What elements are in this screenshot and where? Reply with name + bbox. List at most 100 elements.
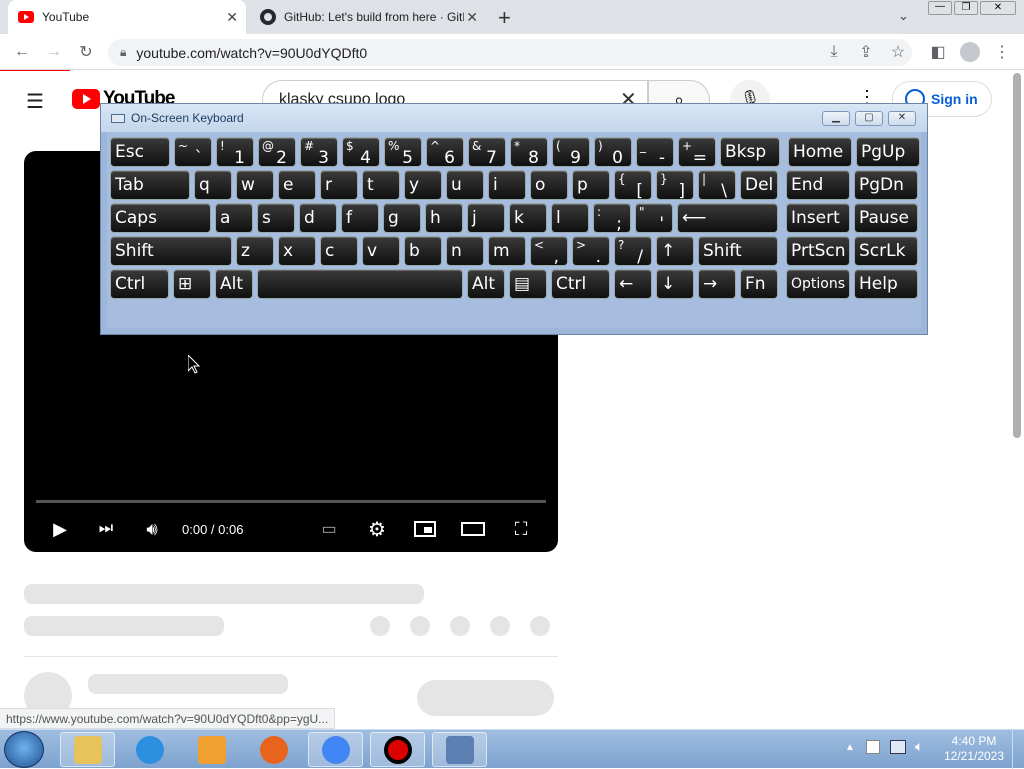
clock[interactable]: 4:40 PM 12/21/2023 [940, 734, 1008, 764]
key-↑[interactable]: ↑ [656, 236, 694, 266]
key-=[interactable]: + = [678, 137, 716, 168]
key-←[interactable]: ← [614, 269, 652, 299]
theater-mode-icon[interactable] [460, 517, 486, 541]
file-explorer-icon[interactable] [60, 732, 115, 767]
chrome-menu-icon[interactable]: ⋮ [990, 40, 1014, 64]
key-9[interactable]: (9 [552, 137, 590, 168]
network-icon[interactable] [890, 740, 906, 754]
profile-avatar-icon[interactable] [958, 40, 982, 64]
key-w[interactable]: w [236, 170, 274, 200]
key-pgdn[interactable]: PgDn [854, 170, 918, 200]
key-l[interactable]: l [551, 203, 589, 233]
key-k[interactable]: k [509, 203, 547, 233]
key-→[interactable]: → [698, 269, 736, 299]
record-icon[interactable] [370, 732, 425, 767]
tab-github[interactable]: GitHub: Let's build from here · GitHub ✕ [250, 0, 486, 34]
close-tab-icon[interactable]: ✕ [466, 9, 478, 26]
key-ctrl[interactable]: Ctrl [110, 269, 169, 299]
key-m[interactable]: m [488, 236, 526, 266]
key-`[interactable]: ~ ` [174, 137, 212, 168]
key-pgup[interactable]: PgUp [856, 137, 920, 167]
scrollbar-thumb[interactable] [1013, 73, 1021, 438]
key-j[interactable]: j [467, 203, 505, 233]
key-fn[interactable]: Fn [740, 269, 778, 299]
key-n[interactable]: n [446, 236, 484, 266]
side-panel-icon[interactable]: ◧ [926, 40, 950, 64]
key-a[interactable]: a [215, 203, 253, 233]
key-[[interactable]: {[ [614, 170, 652, 201]
key-0[interactable]: ) 0 [594, 137, 632, 168]
key-help[interactable]: Help [854, 269, 918, 299]
key-esc[interactable]: Esc [110, 137, 170, 167]
osk-maximize-icon[interactable]: ▢ [855, 111, 883, 126]
key-↓[interactable]: ↓ [656, 269, 694, 299]
key-x[interactable]: x [278, 236, 316, 266]
key-alt[interactable]: Alt [467, 269, 505, 299]
key-2[interactable]: @2 [258, 137, 296, 168]
key-⟵[interactable]: ⟵ [677, 203, 778, 233]
key-4[interactable]: $4 [342, 137, 380, 168]
key-e[interactable]: e [278, 170, 316, 200]
close-window-icon[interactable]: ✕ [980, 1, 1016, 15]
start-button[interactable] [4, 731, 44, 768]
restore-icon[interactable]: ❐ [954, 1, 978, 15]
volume-icon[interactable]: 🔊︎ [140, 517, 164, 541]
key-u[interactable]: u [446, 170, 484, 200]
key-v[interactable]: v [362, 236, 400, 266]
install-icon[interactable]: ⤓ [822, 40, 846, 64]
key-s[interactable]: s [257, 203, 295, 233]
show-hidden-icons-icon[interactable]: ▲ [845, 742, 855, 753]
next-icon[interactable]: ⏭︎ [94, 517, 118, 541]
key-home[interactable]: Home [788, 137, 852, 167]
key-shift[interactable]: Shift [698, 236, 778, 266]
key-g[interactable]: g [383, 203, 421, 233]
minimize-icon[interactable]: — [928, 1, 952, 15]
key-scrlk[interactable]: ScrLk [854, 236, 918, 266]
key-alt[interactable]: Alt [215, 269, 253, 299]
close-tab-icon[interactable]: ✕ [226, 9, 238, 26]
key-caps[interactable]: Caps [110, 203, 211, 233]
key-f[interactable]: f [341, 203, 379, 233]
key-o[interactable]: o [530, 170, 568, 200]
miniplayer-icon[interactable] [412, 517, 438, 541]
key-r[interactable]: r [320, 170, 358, 200]
key-options[interactable]: Options [786, 269, 850, 299]
key-end[interactable]: End [786, 170, 850, 200]
key-;[interactable]: :; [593, 203, 631, 234]
key-p[interactable]: p [572, 170, 610, 200]
forward-icon[interactable]: → [42, 40, 66, 64]
key-/[interactable]: ? / [614, 236, 652, 267]
media-player-icon[interactable] [184, 732, 239, 767]
address-bar[interactable]: 🔒︎ youtube.com/watch?v=90U0dYQDft0 [108, 39, 912, 66]
show-desktop-button[interactable] [1012, 730, 1024, 769]
subtitles-icon[interactable]: ▭ [316, 517, 342, 541]
osk-minimize-icon[interactable]: ▁ [822, 111, 850, 126]
key-t[interactable]: t [362, 170, 400, 200]
share-icon[interactable]: ⇪ [854, 40, 878, 64]
key-.[interactable]: >. [572, 236, 610, 267]
key-8[interactable]: * 8 [510, 137, 548, 168]
fullscreen-icon[interactable]: ⛶ [508, 517, 534, 541]
key-q[interactable]: q [194, 170, 232, 200]
play-icon[interactable]: ▶︎ [48, 517, 72, 541]
key-shift[interactable]: Shift [110, 236, 232, 266]
key-⊞[interactable]: ⊞ [173, 269, 211, 299]
key-z[interactable]: z [236, 236, 274, 266]
key-prtscn[interactable]: PrtScn [786, 236, 850, 266]
bookmark-star-icon[interactable]: ☆ [886, 40, 910, 64]
key-pause[interactable]: Pause [854, 203, 918, 233]
new-tab-button[interactable]: + [498, 5, 511, 31]
tab-youtube[interactable]: YouTube ✕ [8, 0, 246, 34]
key--[interactable]: _ - [636, 137, 674, 168]
key-▤[interactable]: ▤ [509, 269, 547, 299]
key-c[interactable]: c [320, 236, 358, 266]
on-screen-keyboard-icon[interactable] [432, 732, 487, 767]
progress-bar[interactable] [36, 500, 546, 503]
volume-tray-icon[interactable]: 🔈︎ [915, 738, 923, 755]
internet-explorer-icon[interactable] [122, 732, 177, 767]
firefox-icon[interactable] [246, 732, 301, 767]
reload-icon[interactable]: ↻ [74, 40, 98, 64]
hamburger-menu-icon[interactable]: ☰ [26, 89, 44, 114]
key-bksp[interactable]: Bksp [720, 137, 780, 167]
key-3[interactable]: #3 [300, 137, 338, 168]
